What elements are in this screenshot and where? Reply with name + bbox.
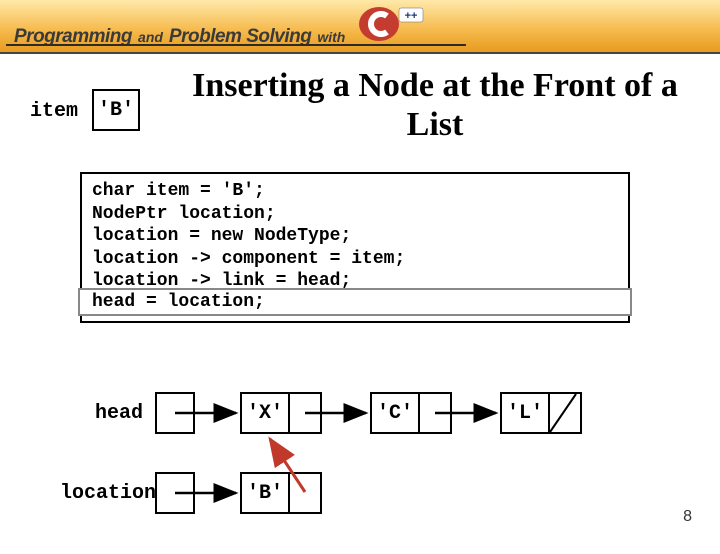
header-word-and: and — [138, 29, 163, 45]
code-line-1: char item = 'B'; — [92, 180, 618, 203]
code-line-6: head = location; — [78, 288, 632, 316]
code-line-3: location = new NodeType; — [92, 225, 618, 248]
header-title: Programming and Problem Solving with ++ — [14, 4, 427, 48]
code-line-2: NodePtr location; — [92, 203, 618, 226]
svg-text:++: ++ — [405, 10, 418, 22]
slide-title: Inserting a Node at the Front of a List — [175, 66, 695, 144]
slide-header: Programming and Problem Solving with ++ — [0, 0, 720, 54]
item-label: item — [30, 100, 78, 123]
item-value-box: 'B' — [92, 89, 140, 131]
cpp-logo-icon: ++ — [357, 4, 427, 42]
code-line-4: location -> component = item; — [92, 248, 618, 271]
diagram-arrows — [70, 384, 670, 544]
header-underline — [6, 44, 466, 46]
header-word-with: with — [317, 29, 345, 45]
item-value: 'B' — [98, 99, 134, 122]
slide-content: Inserting a Node at the Front of a List … — [0, 54, 720, 540]
linked-list-diagram: head location 'X' 'C' 'L' 'B' — [70, 384, 670, 554]
page-number: 8 — [683, 508, 692, 526]
